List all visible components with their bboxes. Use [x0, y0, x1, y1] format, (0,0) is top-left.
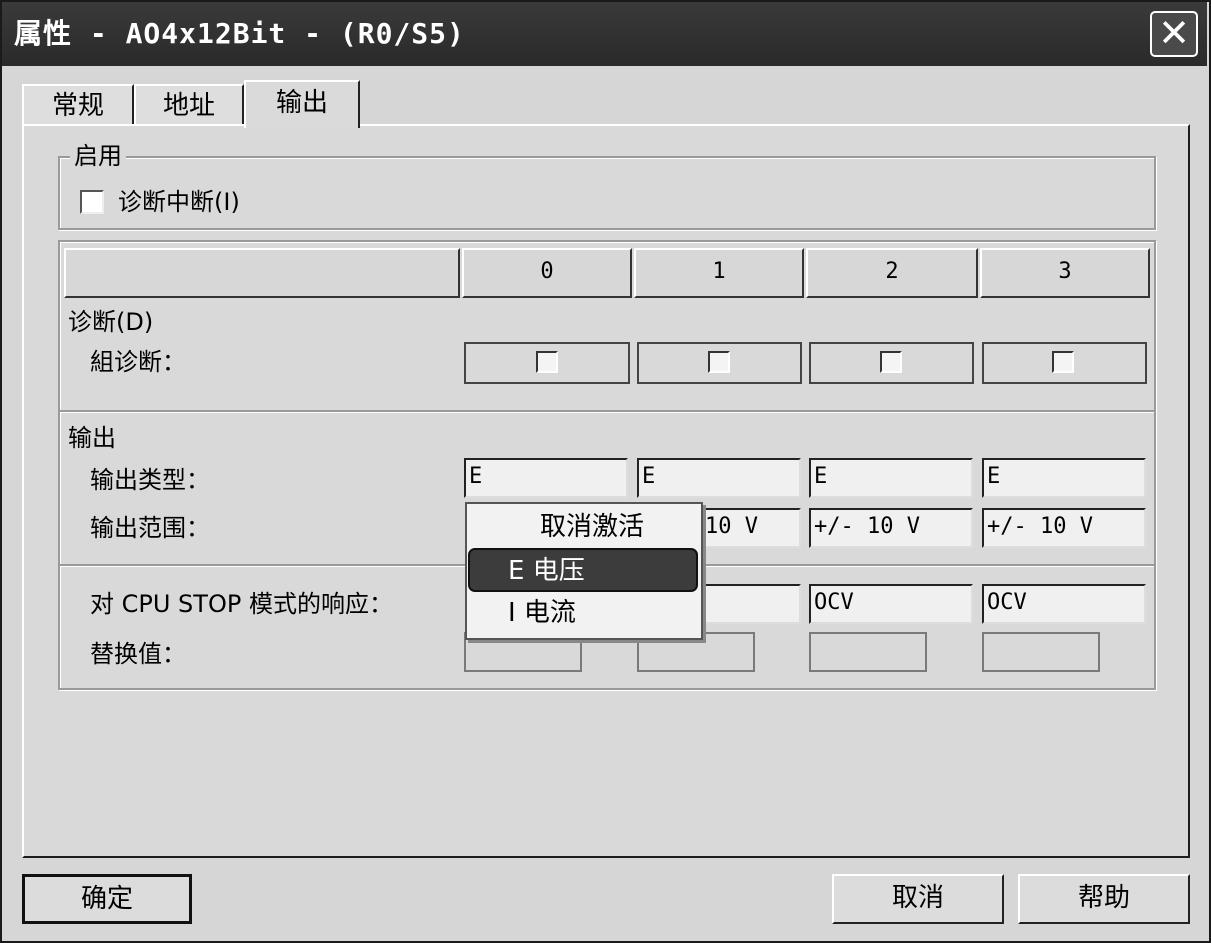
close-icon[interactable]: ✕	[1150, 11, 1198, 57]
window-title: 属性 - AO4x12Bit - (R0/S5)	[14, 17, 465, 50]
channel-2-header: 2	[806, 248, 978, 298]
output-type-field-3[interactable]: E	[982, 458, 1146, 498]
diag-interrupt-checkbox[interactable]	[80, 190, 104, 214]
help-button[interactable]: 帮助	[1018, 874, 1190, 924]
menu-item-voltage[interactable]: E 电压	[468, 548, 698, 592]
group-diag-checkbox-1[interactable]	[708, 351, 730, 373]
output-type-label: 输出类型：	[90, 466, 210, 494]
diag-interrupt-label: 诊断中断(I)	[118, 188, 240, 216]
ok-button[interactable]: 确定	[22, 874, 192, 924]
substitute-value-label: 替换值：	[90, 640, 186, 668]
menu-item-deactivate[interactable]: 取消激活	[540, 506, 644, 548]
output-section-label: 输出	[68, 424, 116, 452]
output-range-field-2[interactable]: +/- 10 V	[809, 508, 973, 548]
output-range-label: 输出范围：	[90, 514, 210, 542]
tab-general[interactable]: 常规	[22, 84, 134, 126]
substitute-value-field-3[interactable]	[982, 632, 1100, 672]
grid-corner-header	[64, 248, 460, 298]
channel-1-header: 1	[634, 248, 804, 298]
diagnostics-section-label: 诊断(D)	[68, 308, 154, 336]
output-type-field-0[interactable]: E	[464, 458, 628, 498]
output-range-field-3[interactable]: +/- 10 V	[982, 508, 1146, 548]
group-diag-checkbox-0[interactable]	[536, 351, 558, 373]
cpu-stop-response-field-2[interactable]: OCV	[809, 584, 973, 624]
cancel-button[interactable]: 取消	[832, 874, 1004, 924]
tab-address[interactable]: 地址	[134, 84, 244, 126]
channel-0-header: 0	[462, 248, 632, 298]
menu-item-current[interactable]: I 电流	[508, 592, 576, 634]
output-type-field-2[interactable]: E	[809, 458, 973, 498]
cpu-stop-response-label: 对 CPU STOP 模式的响应：	[90, 590, 393, 618]
group-diag-checkbox-3[interactable]	[1052, 351, 1074, 373]
section-divider	[60, 410, 1154, 412]
group-diag-checkbox-2[interactable]	[880, 351, 902, 373]
substitute-value-field-2[interactable]	[809, 632, 927, 672]
cpu-stop-response-field-3[interactable]: OCV	[982, 584, 1146, 624]
output-type-field-1[interactable]: E	[637, 458, 801, 498]
tab-output[interactable]: 输出	[244, 80, 360, 128]
group-diag-label: 組诊断：	[90, 348, 186, 376]
channel-3-header: 3	[980, 248, 1150, 298]
enable-group-legend: 启用	[70, 141, 126, 171]
